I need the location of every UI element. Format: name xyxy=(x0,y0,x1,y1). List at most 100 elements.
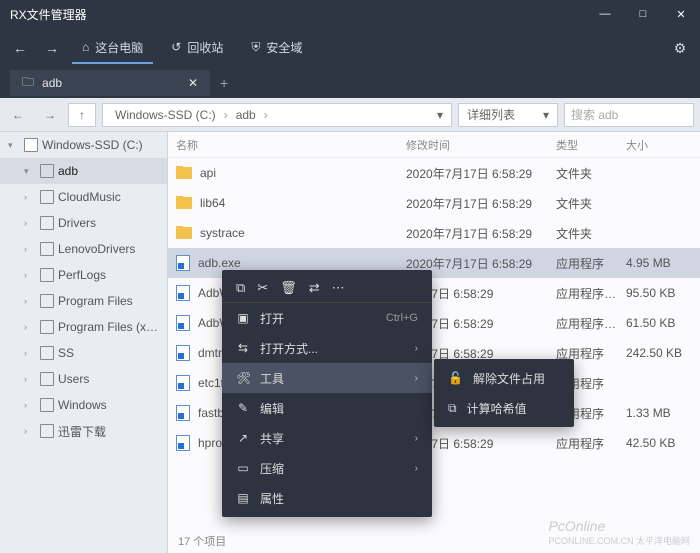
settings-button[interactable]: ⚙ xyxy=(668,40,692,57)
file-date: 2020年7月17日 6:58:29 xyxy=(398,225,548,242)
col-date[interactable]: 修改时间 xyxy=(398,137,548,153)
file-row[interactable]: api2020年7月17日 6:58:29文件夹 xyxy=(168,158,700,188)
submenu-item[interactable]: ⧉计算哈希值 xyxy=(434,393,574,423)
menu-item-label: 编辑 xyxy=(260,400,418,417)
rename-icon[interactable]: ⇄ xyxy=(309,280,320,296)
file-date: 2020年7月17日 6:58:29 xyxy=(398,165,548,182)
nav-tab-label: 安全域 xyxy=(266,39,302,56)
app-title: RX文件管理器 xyxy=(0,6,586,23)
computer-icon: ⌂ xyxy=(82,40,89,54)
toolbar-back[interactable]: ← xyxy=(4,103,32,127)
context-item[interactable]: ⇆打开方式...› xyxy=(222,333,432,363)
col-name[interactable]: 名称 xyxy=(168,137,398,153)
sidebar-item[interactable]: › CloudMusic xyxy=(0,184,167,210)
folder-icon xyxy=(40,398,54,412)
exe-icon xyxy=(176,405,190,421)
file-name: systrace xyxy=(200,226,245,240)
file-tab[interactable]: 🗀 adb ✕ xyxy=(10,70,210,96)
add-tab[interactable]: + xyxy=(210,75,238,91)
menu-item-icon: ▭ xyxy=(236,461,250,475)
sidebar-item[interactable]: ›Drivers xyxy=(0,210,167,236)
context-submenu: 🔓解除文件占用⧉计算哈希值 xyxy=(434,359,574,427)
nav-forward[interactable]: → xyxy=(40,40,64,56)
chevron-right-icon: ▾ xyxy=(24,166,36,177)
chevron-right-icon: › xyxy=(24,218,36,228)
nav-tab-recycle[interactable]: ↺ 回收站 xyxy=(161,33,233,64)
breadcrumb-dropdown[interactable]: ▾ xyxy=(437,108,443,122)
menu-item-icon: ✎ xyxy=(236,401,250,415)
submenu-item[interactable]: 🔓解除文件占用 xyxy=(434,363,574,393)
chevron-right-icon: › xyxy=(24,322,36,332)
file-name: adb.exe xyxy=(198,256,241,270)
breadcrumb-segment[interactable]: Windows-SSD (C:) xyxy=(111,108,220,122)
file-name: api xyxy=(200,166,216,180)
exe-icon xyxy=(176,435,190,451)
sidebar-item-label: CloudMusic xyxy=(58,190,121,204)
sidebar-item[interactable]: ›Program Files (x… xyxy=(0,314,167,340)
window-maximize[interactable]: □ xyxy=(624,0,662,28)
file-type: 文件夹 xyxy=(548,195,618,212)
toolbar-forward[interactable]: → xyxy=(36,103,64,127)
sidebar-item[interactable]: ›Windows xyxy=(0,392,167,418)
close-tab[interactable]: ✕ xyxy=(188,76,198,90)
chevron-right-icon: › xyxy=(264,108,268,122)
search-input[interactable]: 搜索 adb xyxy=(564,103,694,127)
window-minimize[interactable]: — xyxy=(586,0,624,28)
context-item[interactable]: ▭压缩› xyxy=(222,453,432,483)
context-item[interactable]: ✎ 编辑 xyxy=(222,393,432,423)
context-item[interactable]: ▣打开Ctrl+G xyxy=(222,303,432,333)
more-icon[interactable]: ⋯ xyxy=(332,280,345,296)
file-type: 文件夹 xyxy=(548,225,618,242)
sidebar-root[interactable]: ▾ Windows-SSD (C:) xyxy=(0,132,167,158)
file-size: 4.95 MB xyxy=(618,256,688,270)
chevron-right-icon: › xyxy=(415,373,418,384)
chevron-right-icon: › xyxy=(24,244,36,254)
context-item[interactable]: ↗共享› xyxy=(222,423,432,453)
nav-tab-secure[interactable]: ⛨ 安全域 xyxy=(241,33,312,64)
nav-back[interactable]: ← xyxy=(8,40,32,56)
copy-icon[interactable]: ⧉ xyxy=(236,280,245,296)
menu-item-label: 共享 xyxy=(260,430,405,447)
sidebar-item[interactable]: ›迅雷下载 xyxy=(0,418,167,444)
chevron-right-icon: › xyxy=(24,270,36,280)
file-size: 1.33 MB xyxy=(618,406,688,420)
file-type: 应用程序 xyxy=(548,435,618,452)
sidebar-item[interactable]: ›Program Files xyxy=(0,288,167,314)
file-row[interactable]: systrace 2020年7月17日 6:58:29文件夹 xyxy=(168,218,700,248)
breadcrumb[interactable]: Windows-SSD (C:) › adb › ▾ xyxy=(102,103,452,127)
window-close[interactable]: ✕ xyxy=(662,0,700,28)
delete-icon[interactable]: 🗑 xyxy=(280,280,297,296)
col-size[interactable]: 大小 xyxy=(618,137,688,153)
sidebar-root-label: Windows-SSD (C:) xyxy=(42,138,143,152)
chevron-right-icon: › xyxy=(24,192,36,202)
file-row[interactable]: lib642020年7月17日 6:58:29文件夹 xyxy=(168,188,700,218)
folder-icon xyxy=(176,167,192,179)
exe-icon xyxy=(176,315,190,331)
col-type[interactable]: 类型 xyxy=(548,137,618,153)
sidebar-item[interactable]: ›Users xyxy=(0,366,167,392)
cut-icon[interactable]: ✂ xyxy=(257,280,268,296)
sidebar-item[interactable]: ›SS xyxy=(0,340,167,366)
toolbar: ← → ↑ Windows-SSD (C:) › adb › ▾ 详细列表 ▾ … xyxy=(0,98,700,132)
exe-icon xyxy=(176,375,190,391)
nav-tab-label: 这台电脑 xyxy=(95,39,143,56)
nav-tab-label: 回收站 xyxy=(187,39,223,56)
nav-tab-this-pc[interactable]: ⌂ 这台电脑 xyxy=(72,33,153,64)
toolbar-up[interactable]: ↑ xyxy=(68,103,96,127)
sidebar: ▾ Windows-SSD (C:) ▾adb › CloudMusic ›Drive… xyxy=(0,132,168,553)
menu-item-label: 压缩 xyxy=(260,460,405,477)
view-selector[interactable]: 详细列表 ▾ xyxy=(458,103,558,127)
sidebar-item[interactable]: ›LenovoDrivers xyxy=(0,236,167,262)
folder-icon xyxy=(40,164,54,178)
sidebar-item[interactable]: ›PerfLogs xyxy=(0,262,167,288)
context-item[interactable]: 🛠工具› xyxy=(222,363,432,393)
sidebar-item[interactable]: ▾adb xyxy=(0,158,167,184)
breadcrumb-segment[interactable]: adb xyxy=(232,108,260,122)
chevron-right-icon: › xyxy=(24,426,36,436)
file-type: 应用程序 xyxy=(548,255,618,272)
sidebar-item-label: Program Files xyxy=(58,294,133,308)
menu-item-label: 计算哈希值 xyxy=(467,400,527,417)
chevron-down-icon: ▾ xyxy=(543,108,549,122)
menu-item-icon: ▣ xyxy=(236,311,250,325)
context-item[interactable]: ▤属性 xyxy=(222,483,432,513)
